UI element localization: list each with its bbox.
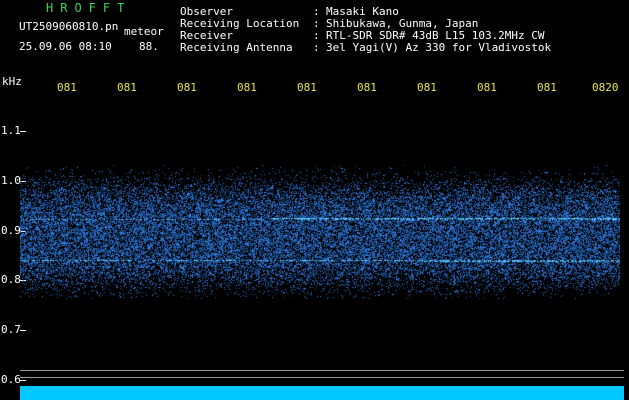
count-value: 88. [139,40,159,53]
y-tick-label: 0.6 [1,373,21,386]
x-tick-label: 081 [237,81,257,94]
reference-line [20,377,624,378]
y-tick-label: 0.7 [1,323,21,336]
colon: : [313,41,320,54]
mode-label: meteor [124,25,164,38]
signal-level-bar [20,386,624,400]
x-tick-label: 081 [177,81,197,94]
x-tick-label: 081 [417,81,437,94]
y-tick-label: 1.0 [1,174,21,187]
x-tick-label: 081 [537,81,557,94]
x-tick-label: 081 [477,81,497,94]
x-tick-label: 081 [117,81,137,94]
file-name: UT2509060810.pn [19,20,119,33]
x-tick-label: 081 [357,81,377,94]
date-time: 25.09.06 08:10 [19,40,112,53]
y-tick-label: 0.9 [1,224,21,237]
reference-line [20,370,624,371]
y-tick-label: 0.8 [1,273,21,286]
x-tick-label: 081 [297,81,317,94]
value-antenna: 3el Yagi(V) Az 330 for Vladivostok [326,41,552,54]
axis-unit: kHz [2,75,22,88]
brand-title: HROFFT [46,1,132,15]
label-antenna: Receiving Antenna [180,41,293,54]
x-tick-label: 081 [57,81,77,94]
x-tick-label: 0820 [592,81,619,94]
spectrogram-plot [20,99,620,383]
y-tick-label: 1.1 [1,124,21,137]
